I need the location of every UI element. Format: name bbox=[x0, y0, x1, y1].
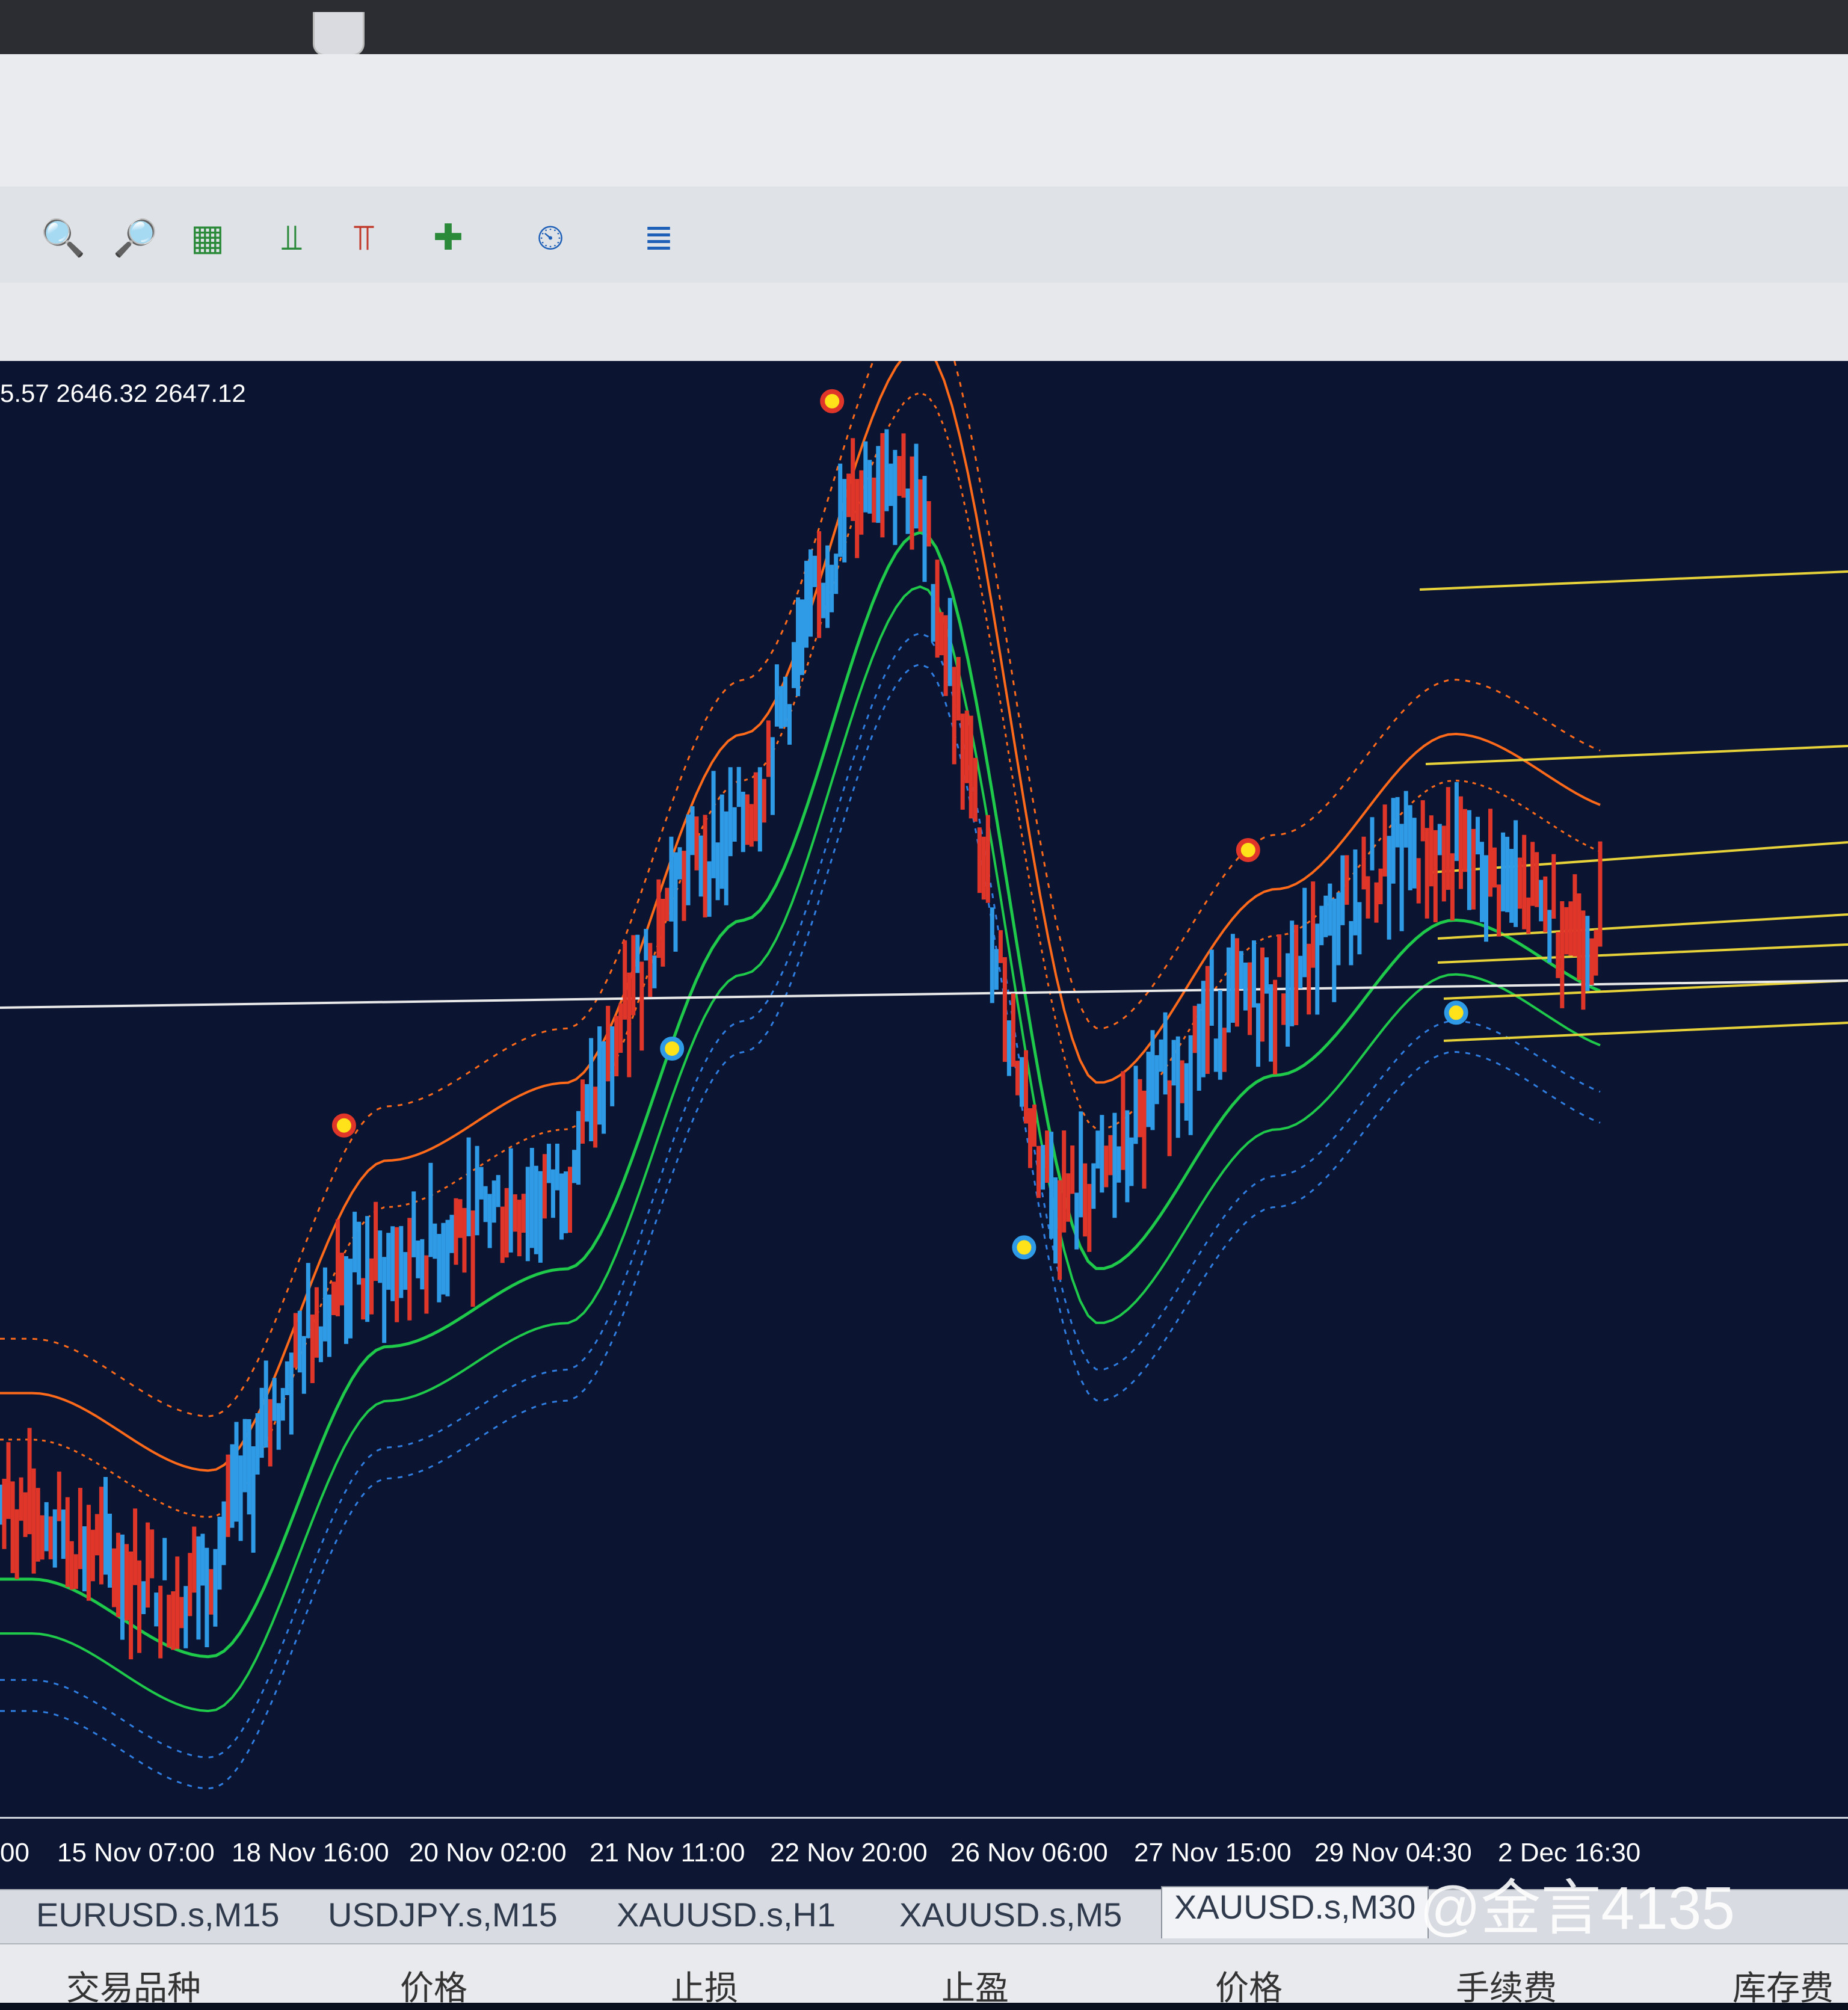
watermark: @金言4135 bbox=[1420, 1875, 1735, 1942]
signal-star-marker bbox=[660, 1037, 685, 1061]
tab-xauusd-h1[interactable]: XAUUSD.s,H1 bbox=[617, 1895, 836, 1937]
column-symbol[interactable]: 交易品种 bbox=[66, 1961, 201, 2010]
x-tick-label: 27 Nov 15:00 bbox=[1134, 1838, 1292, 1867]
signal-star-marker bbox=[1236, 838, 1260, 862]
column-commission[interactable]: 手续费 bbox=[1456, 1961, 1557, 2010]
chart-canvas[interactable] bbox=[0, 361, 1848, 1817]
price-chart[interactable] bbox=[0, 361, 1848, 1817]
level-line[interactable] bbox=[1425, 745, 1848, 765]
x-tick-label: 18 Nov 16:00 bbox=[232, 1838, 389, 1867]
x-tick-label: 15 Nov 07:00 bbox=[57, 1838, 215, 1867]
lower-band-outer bbox=[0, 632, 1601, 1759]
signal-star-marker bbox=[331, 1113, 356, 1138]
level-line[interactable] bbox=[1443, 1022, 1848, 1042]
zoom-in-icon[interactable]: 🔍 bbox=[36, 211, 90, 265]
upper-band-outer bbox=[0, 361, 1601, 1417]
tab-usdjpy-m15[interactable]: USDJPY.s,M15 bbox=[328, 1895, 558, 1937]
chart-shift-icon[interactable]: ⫫ bbox=[265, 211, 319, 265]
lower-band-mid bbox=[0, 585, 1601, 1713]
signal-star-marker bbox=[820, 389, 845, 413]
toolbar: 🔍 🔎 ▦ ⫫ ⫪ ✚ ⏲ ≣ bbox=[0, 187, 1848, 284]
lower-band-outer-2 bbox=[0, 663, 1601, 1790]
level-line[interactable] bbox=[1437, 943, 1848, 964]
column-current-price[interactable]: 价格 bbox=[1215, 1961, 1283, 2010]
tab-xauusd-m5[interactable]: XAUUSD.s,M5 bbox=[899, 1895, 1122, 1937]
zoom-out-icon[interactable]: 🔎 bbox=[108, 211, 162, 265]
add-indicator-icon[interactable]: ✚ bbox=[421, 211, 475, 265]
column-stop-loss[interactable]: 止损 bbox=[671, 1961, 738, 2010]
level-line[interactable] bbox=[1419, 570, 1848, 591]
x-tick-label: 21 Nov 11:00 bbox=[590, 1838, 745, 1867]
column-swap[interactable]: 库存费 bbox=[1732, 1961, 1834, 2010]
upper-band-inner bbox=[0, 392, 1601, 1518]
ohlc-readout: 5.57 2646.32 2647.12 bbox=[0, 379, 246, 407]
tab-xauusd-m30[interactable]: XAUUSD.s,M30 bbox=[1161, 1886, 1429, 1938]
terminal-header bbox=[0, 1943, 1848, 2003]
column-price[interactable]: 价格 bbox=[400, 1961, 467, 2010]
tab-eurusd-m15[interactable]: EURUSD.s,M15 bbox=[36, 1895, 280, 1937]
templates-icon[interactable]: ≣ bbox=[632, 211, 686, 265]
auto-scroll-icon[interactable]: ⫪ bbox=[337, 211, 391, 265]
x-tick-label: 00 bbox=[0, 1838, 29, 1867]
status-row bbox=[0, 283, 1848, 367]
x-tick-label: 20 Nov 02:00 bbox=[409, 1838, 567, 1867]
clock-icon[interactable]: ⏲ bbox=[523, 211, 578, 265]
x-tick-label: 22 Nov 20:00 bbox=[770, 1838, 928, 1867]
menu-strip bbox=[0, 54, 1848, 187]
column-take-profit[interactable]: 止盈 bbox=[941, 1961, 1009, 2010]
tile-windows-icon[interactable]: ▦ bbox=[180, 211, 235, 265]
x-tick-label: 26 Nov 06:00 bbox=[950, 1838, 1108, 1867]
signal-star-marker bbox=[1012, 1235, 1036, 1260]
title-bar-notch bbox=[313, 12, 365, 56]
signal-star-marker bbox=[1444, 1000, 1468, 1025]
